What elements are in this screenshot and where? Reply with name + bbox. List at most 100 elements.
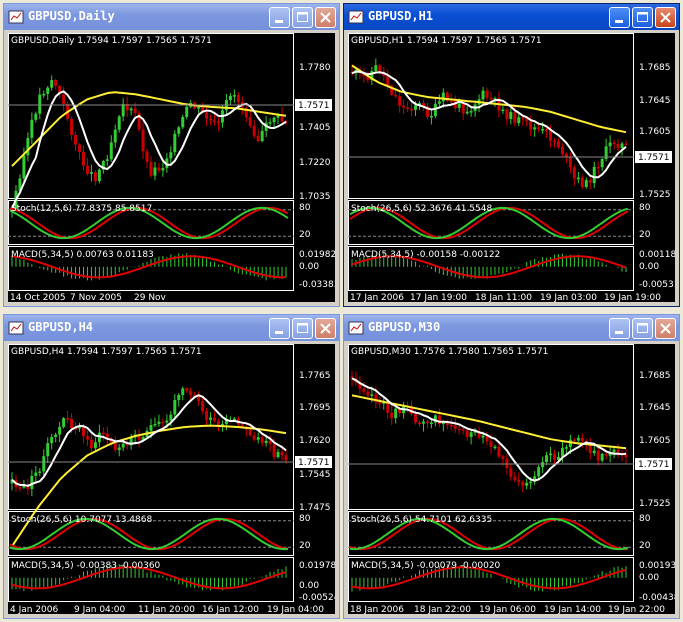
candle <box>93 442 97 449</box>
candle <box>549 130 553 141</box>
candle <box>280 452 284 456</box>
candle <box>572 439 576 442</box>
titlebar[interactable]: GBPUSD,Daily <box>4 4 339 30</box>
candle <box>105 159 109 162</box>
stochastic-label: Stoch(26,5,6) 54.7101 62.6335 <box>351 515 492 525</box>
candle <box>185 388 189 391</box>
candle <box>165 420 169 423</box>
maximize-button[interactable] <box>632 7 653 28</box>
titlebar[interactable]: GBPUSD,M30 <box>344 315 679 341</box>
chart-window-m30[interactable]: GBPUSD,M30 GBPUSD,M30 1.7576 1.7580 1.75… <box>343 314 680 619</box>
candle <box>62 94 66 104</box>
candle <box>537 127 541 130</box>
candle <box>209 417 213 420</box>
titlebar[interactable]: GBPUSD,H4 <box>4 315 339 341</box>
chart-window-icon[interactable] <box>8 9 24 25</box>
candle <box>461 103 465 114</box>
macd-label: MACD(5,34,5) -0.00158 -0.00122 <box>351 250 500 260</box>
candle <box>497 446 501 457</box>
macd-level-low: -0.00524 <box>299 593 335 603</box>
candle <box>185 106 189 117</box>
time-label: 4 Jan 2006 <box>10 605 58 614</box>
candle <box>260 130 264 142</box>
candle <box>70 118 74 135</box>
candle <box>378 402 382 404</box>
candle <box>181 388 185 396</box>
price-tick: 1.7645 <box>639 403 671 413</box>
time-label: 16 Jan 12:00 <box>202 605 259 614</box>
time-label: 9 Jan 04:00 <box>74 605 126 614</box>
candle <box>145 151 149 162</box>
candle <box>604 453 608 456</box>
candle <box>205 112 209 119</box>
macd-level-low: -0.03383 <box>299 280 335 290</box>
candle <box>572 167 576 179</box>
chart-window-h1[interactable]: GBPUSD,H1 GBPUSD,H1 1.7594 1.7597 1.7565… <box>343 3 680 307</box>
candle <box>596 450 600 461</box>
close-button[interactable] <box>655 318 676 339</box>
chart-window-daily[interactable]: GBPUSD,Daily GBPUSD,Daily 1.7594 1.7597 … <box>3 3 340 307</box>
candle <box>268 440 272 445</box>
chart-canvas[interactable]: GBPUSD,H1 1.7594 1.7597 1.7565 1.7571 1.… <box>348 33 679 303</box>
chart-area[interactable]: GBPUSD,H4 1.7594 1.7597 1.7565 1.7571 1.… <box>8 344 340 615</box>
price-tick: 1.7605 <box>639 436 671 446</box>
price-tick: 1.7695 <box>299 403 331 413</box>
chart-window-icon[interactable] <box>348 320 364 336</box>
candle <box>469 432 473 437</box>
titlebar[interactable]: GBPUSD,H1 <box>344 4 679 30</box>
chart-window-icon[interactable] <box>8 320 24 336</box>
stochastic-label: Stoch(12,5,6) 77.8375 85.8517 <box>11 204 152 214</box>
minimize-button[interactable] <box>269 7 290 28</box>
time-label: 19 Jan 04:00 <box>267 605 324 614</box>
candle <box>386 402 390 413</box>
chart-canvas[interactable]: GBPUSD,H4 1.7594 1.7597 1.7565 1.7571 1.… <box>8 344 340 615</box>
close-button[interactable] <box>655 7 676 28</box>
candle <box>366 391 370 396</box>
candle <box>576 437 580 441</box>
candle <box>469 111 473 113</box>
candle <box>89 439 93 449</box>
candle <box>161 421 165 424</box>
price-tick: 1.7780 <box>299 63 331 73</box>
chart-area[interactable]: GBPUSD,M30 1.7576 1.7580 1.7565 1.7571 1… <box>348 344 680 615</box>
maximize-button[interactable] <box>292 318 313 339</box>
candle <box>228 95 232 101</box>
candle <box>517 117 521 124</box>
candle <box>457 103 461 108</box>
candle <box>616 449 620 454</box>
candle <box>489 441 493 447</box>
minimize-button[interactable] <box>609 318 630 339</box>
candle <box>85 436 89 440</box>
candle <box>141 129 145 152</box>
price-tick: 1.7620 <box>299 436 331 446</box>
chart-area[interactable]: GBPUSD,H1 1.7594 1.7597 1.7565 1.7571 1.… <box>348 33 679 303</box>
candle <box>129 108 133 111</box>
close-button[interactable] <box>315 7 336 28</box>
candle <box>410 108 414 111</box>
chart-area[interactable]: GBPUSD,Daily 1.7594 1.7597 1.7565 1.7571… <box>8 33 339 303</box>
time-axis: 18 Jan 2006 18 Jan 22:00 19 Jan 06:00 19… <box>350 605 665 615</box>
candle <box>521 481 525 486</box>
minimize-button[interactable] <box>269 318 290 339</box>
chart-canvas[interactable]: GBPUSD,Daily 1.7594 1.7597 1.7565 1.7571… <box>8 33 339 303</box>
minimize-button[interactable] <box>609 7 630 28</box>
maximize-button[interactable] <box>632 318 653 339</box>
price-tick: 1.7685 <box>639 63 671 73</box>
maximize-button[interactable] <box>292 7 313 28</box>
chart-canvas[interactable]: GBPUSD,M30 1.7576 1.7580 1.7565 1.7571 1… <box>348 344 680 615</box>
candle <box>213 120 217 122</box>
chart-window-icon[interactable] <box>348 9 364 25</box>
close-button[interactable] <box>315 318 336 339</box>
candle <box>46 87 50 94</box>
stoch-level-high: 80 <box>639 514 651 524</box>
chart-window-h4[interactable]: GBPUSD,H4 GBPUSD,H4 1.7594 1.7597 1.7565… <box>3 314 340 619</box>
candle <box>232 95 236 97</box>
chart-header: GBPUSD,H4 1.7594 1.7597 1.7565 1.7571 <box>11 347 202 357</box>
candle <box>272 117 276 123</box>
candle <box>525 482 529 486</box>
candle <box>153 167 157 176</box>
time-label: 14 Oct 2005 <box>10 293 66 302</box>
candle <box>461 429 465 431</box>
stoch-level-low: 20 <box>639 230 651 240</box>
macd-level-zero: 0.00 <box>639 262 659 272</box>
